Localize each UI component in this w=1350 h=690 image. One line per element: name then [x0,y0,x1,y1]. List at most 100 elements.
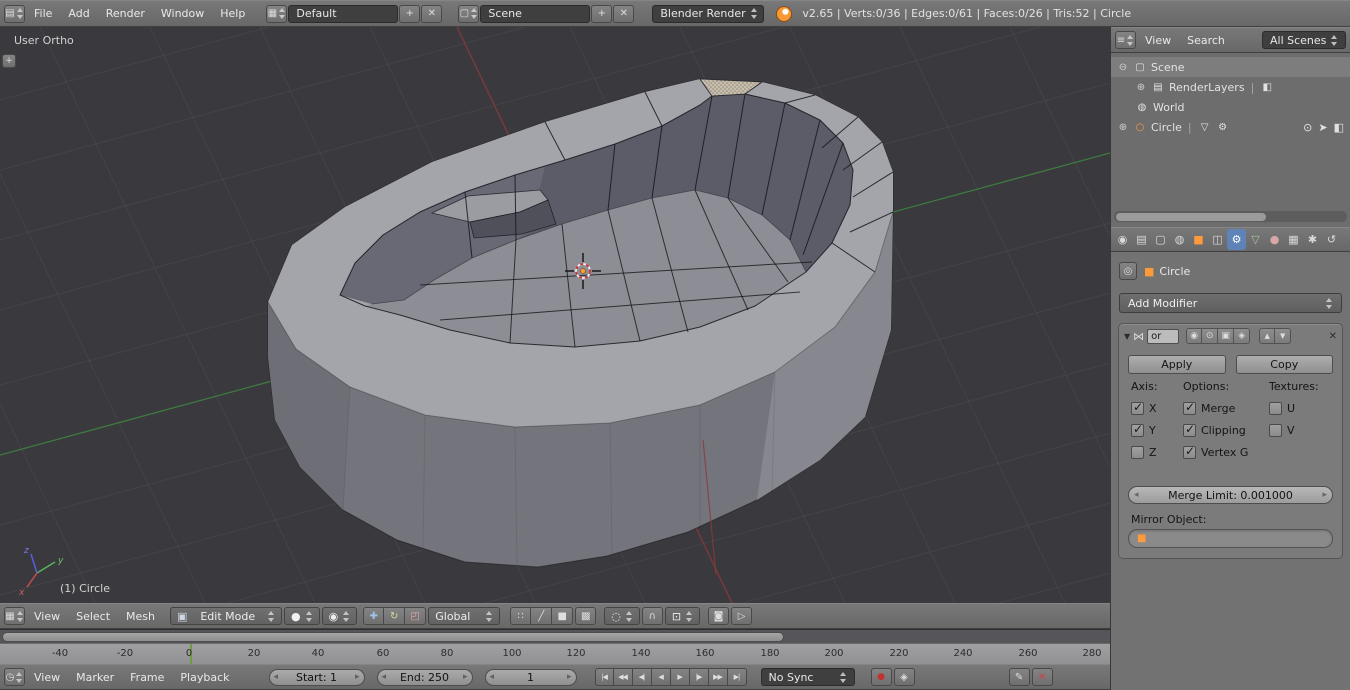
jump-prev-keyframe-button[interactable]: ◀◀ [613,668,633,686]
outliner-menu-view[interactable]: View [1138,32,1178,49]
jump-next-keyframe-button[interactable]: ▶▶ [708,668,728,686]
move-modifier-up-button[interactable]: ▲ [1259,328,1276,344]
toggle-render-icon[interactable]: ◉ [1186,328,1203,344]
properties-tab-particles[interactable]: ✱ [1303,229,1322,250]
manipulator-translate-button[interactable]: ✚ [363,607,385,625]
properties-tab-world[interactable]: ◍ [1170,229,1189,250]
apply-button[interactable]: Apply [1128,355,1226,374]
editor-type-button-timeline[interactable]: ◷ [4,668,25,686]
vp-menu-select[interactable]: Select [69,608,117,625]
tl-menu-frame[interactable]: Frame [123,669,171,686]
checkbox-texture-v[interactable]: V [1269,424,1319,437]
auto-keyframe-record-button[interactable]: ● [870,668,892,686]
mirror-object-field[interactable]: ■ [1128,529,1333,548]
browse-screen-layout-button[interactable]: ▦ [266,4,288,23]
outliner-item-renderlayers[interactable]: ⊕ ▤ RenderLayers | ◧ [1111,77,1350,97]
editor-type-button-outliner[interactable]: ≡ [1115,31,1136,49]
transform-orientation-select[interactable]: Global [428,607,501,625]
tl-menu-marker[interactable]: Marker [69,669,121,686]
tl-menu-view[interactable]: View [27,669,67,686]
timeline-scrollbar[interactable] [0,629,1110,643]
checkbox-axis-y[interactable]: Y [1131,422,1158,437]
outliner-menu-search[interactable]: Search [1180,32,1232,49]
checkbox-axis-z[interactable]: Z [1131,446,1158,459]
menu-render[interactable]: Render [99,5,152,22]
properties-tab-render-layers[interactable]: ▤ [1132,229,1151,250]
properties-tab-physics[interactable]: ↺ [1322,229,1341,250]
checkbox-texture-u[interactable]: U [1269,402,1319,415]
checkbox-axis-x[interactable]: X [1131,400,1158,415]
outliner-item-world[interactable]: ◍ World [1111,97,1350,117]
proportional-editing-select[interactable]: ◌ [604,607,640,625]
av-sync-select[interactable]: No Sync [760,668,855,686]
expand-icon[interactable]: ⊕ [1135,82,1147,93]
panel-expand-icon[interactable]: ▼ [1124,332,1130,341]
vertex-select-mode-button[interactable]: ∷ [510,607,532,625]
render-engine-select[interactable]: Blender Render [652,4,765,23]
play-reverse-button[interactable]: ◀ [651,668,671,686]
context-object-chip[interactable]: ■ Circle [1144,265,1190,278]
manipulator-rotate-button[interactable]: ↻ [384,607,406,625]
mode-select[interactable]: ▣ Edit Mode [170,607,283,625]
editor-type-button-3dview[interactable]: ▦ [4,607,25,625]
timeline-scrollbar-handle[interactable] [2,632,784,642]
toggle-realtime-eye-icon[interactable]: ⊙ [1202,328,1219,344]
properties-tab-object[interactable]: ■ [1189,229,1208,250]
vp-menu-mesh[interactable]: Mesh [119,608,162,625]
pivot-point-select[interactable]: ◉ [321,607,358,625]
toolbar-expand-button[interactable]: + [2,54,16,68]
delete-keyframe-button[interactable]: ✕ [1031,668,1053,686]
limit-selection-visible-button[interactable]: ▩ [575,607,597,625]
outliner-scrollbar-handle[interactable] [1116,212,1266,221]
editor-type-button-info[interactable]: ▤ [4,4,25,23]
add-screen-layout-button[interactable]: + [399,4,421,23]
tl-menu-playback[interactable]: Playback [173,669,236,686]
expand-icon[interactable]: ⊖ [1117,62,1129,73]
move-modifier-down-button[interactable]: ▼ [1275,328,1292,344]
add-modifier-button[interactable]: Add Modifier [1119,293,1342,313]
merge-limit-slider[interactable]: Merge Limit: 0.001000 [1128,486,1333,504]
viewport-3d[interactable]: y z x User Ortho (1) Circle + ▦ View Sel… [0,27,1110,629]
outliner-item-circle[interactable]: ⊕ ○ Circle | ▽ ⚙ ⊙ ➤ ◧ [1111,117,1350,137]
scene-name-field[interactable]: Scene [480,4,591,23]
menu-help[interactable]: Help [213,5,252,22]
edge-select-mode-button[interactable]: ╱ [531,607,553,625]
keying-set-button[interactable]: ◈ [893,668,915,686]
add-scene-button[interactable]: + [591,4,613,23]
prev-frame-button[interactable]: ◀| [632,668,652,686]
jump-to-end-button[interactable]: ▶| [727,668,747,686]
menu-add[interactable]: Add [61,5,96,22]
timeline-ruler[interactable]: -40 -20 0 20 40 60 80 100 120 140 160 18… [0,643,1110,664]
outliner-filter-select[interactable]: All Scenes [1262,31,1346,49]
delete-modifier-button[interactable]: ✕ [1329,331,1337,342]
current-frame-field[interactable]: 1 [484,668,577,686]
screen-layout-name-field[interactable]: Default [288,4,399,23]
viewport-shading-select[interactable]: ● [284,607,320,625]
checkbox-merge[interactable]: Merge [1183,400,1248,415]
viewport-canvas[interactable]: y z x [0,27,1110,603]
face-select-mode-button[interactable]: ■ [552,607,574,625]
unlink-scene-button[interactable]: ✕ [613,4,635,23]
snap-toggle-button[interactable]: ∩ [641,607,663,625]
checkbox-clipping[interactable]: Clipping [1183,422,1248,437]
menu-window[interactable]: Window [154,5,211,22]
snap-element-select[interactable]: ⊡ [664,607,701,625]
restrict-select-icon[interactable]: ➤ [1318,121,1327,134]
frame-start-field[interactable]: Start: 1 [268,668,365,686]
toggle-cage-icon[interactable]: ◈ [1234,328,1251,344]
pin-id-button[interactable]: ◎ [1119,262,1137,280]
properties-tab-scene[interactable]: ▢ [1151,229,1170,250]
restrict-render-icon[interactable]: ◧ [1334,121,1344,134]
manipulator-scale-button[interactable]: ◰ [405,607,427,625]
opengl-render-button[interactable]: ◙ [708,607,730,625]
browse-scene-button[interactable]: ▢ [458,4,480,23]
menu-file[interactable]: File [27,5,59,22]
frame-end-field[interactable]: End: 250 [376,668,473,686]
next-frame-button[interactable]: |▶ [689,668,709,686]
play-button[interactable]: ▶ [670,668,690,686]
insert-keyframe-button[interactable]: ✎ [1008,668,1030,686]
mesh-object[interactable] [267,78,894,576]
checkbox-vertex-groups[interactable]: Vertex G [1183,444,1248,459]
outliner-scrollbar[interactable] [1114,211,1347,222]
jump-to-start-button[interactable]: |◀ [594,668,614,686]
